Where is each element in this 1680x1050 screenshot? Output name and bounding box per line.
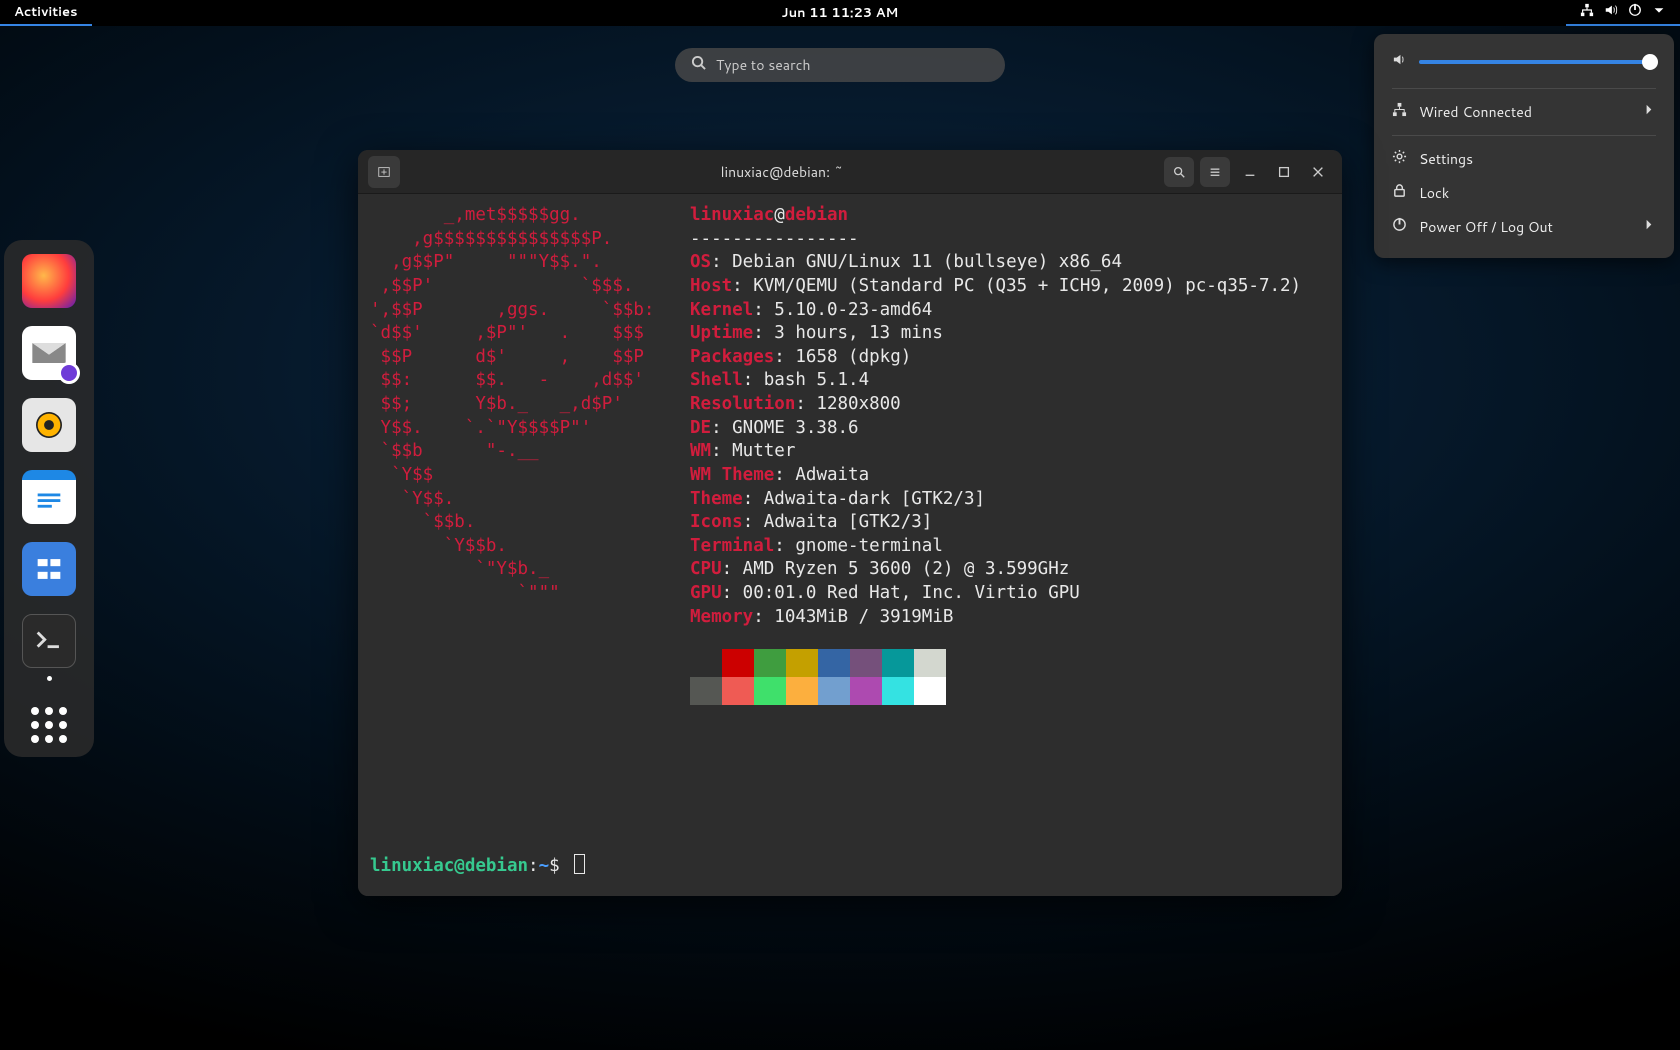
terminal-titlebar: linuxiac@debian: ~ xyxy=(358,150,1342,194)
dock-app-files[interactable] xyxy=(22,542,76,596)
terminal-prompt[interactable]: linuxiac@debian:~$ xyxy=(370,854,585,876)
dock xyxy=(4,240,94,757)
menu-lock-label: Lock xyxy=(1419,183,1449,203)
terminal-window: linuxiac@debian: ~ _,met$$$$$gg. ,g$$$$$… xyxy=(358,150,1342,896)
menu-settings[interactable]: Settings xyxy=(1374,142,1674,176)
maximize-button[interactable] xyxy=(1270,158,1298,186)
dock-running-indicator xyxy=(47,676,52,681)
dock-app-terminal[interactable] xyxy=(22,614,76,668)
volume-icon xyxy=(1392,52,1407,72)
minimize-button[interactable] xyxy=(1236,158,1264,186)
volume-slider-row xyxy=(1374,48,1674,82)
prompt-path: ~ xyxy=(539,856,550,876)
overview-search[interactable]: Type to search xyxy=(675,48,1005,82)
lock-icon xyxy=(1392,183,1407,203)
system-menu: Wired Connected Settings Lock Power Off … xyxy=(1374,34,1674,258)
menu-power-label: Power Off / Log Out xyxy=(1419,217,1553,237)
color-swatches xyxy=(690,649,1301,705)
terminal-body[interactable]: _,met$$$$$gg. ,g$$$$$$$$$$$$$$$P. ,g$$P"… xyxy=(358,194,1342,896)
close-button[interactable] xyxy=(1304,158,1332,186)
gear-icon xyxy=(1392,149,1407,169)
cursor xyxy=(574,854,585,874)
chevron-right-icon xyxy=(1641,102,1656,122)
volume-icon xyxy=(1604,3,1618,22)
dock-app-evolution[interactable] xyxy=(22,326,76,380)
search-placeholder: Type to search xyxy=(716,55,811,75)
power-icon xyxy=(1628,3,1642,22)
search-icon xyxy=(691,55,706,75)
status-area[interactable] xyxy=(1566,0,1680,26)
network-icon xyxy=(1392,102,1407,122)
activities-button[interactable]: Activities xyxy=(0,0,92,26)
neofetch-ascii: _,met$$$$$gg. ,g$$$$$$$$$$$$$$$P. ,g$$P"… xyxy=(370,204,690,886)
chevron-right-icon xyxy=(1641,217,1656,237)
menu-settings-label: Settings xyxy=(1419,149,1473,169)
prompt-userhost: linuxiac@debian xyxy=(370,856,528,876)
dock-app-rhythmbox[interactable] xyxy=(22,398,76,452)
menu-power[interactable]: Power Off / Log Out xyxy=(1374,210,1674,244)
dock-app-libreoffice[interactable] xyxy=(22,470,76,524)
top-bar: Activities Jun 11 11:23 AM xyxy=(0,0,1680,26)
volume-slider-knob[interactable] xyxy=(1642,54,1658,70)
chevron-down-icon xyxy=(1652,3,1666,22)
menu-lock[interactable]: Lock xyxy=(1374,176,1674,210)
new-tab-button[interactable] xyxy=(368,156,400,188)
power-icon xyxy=(1392,217,1407,237)
terminal-title: linuxiac@debian: ~ xyxy=(408,162,1156,182)
show-apps-button[interactable] xyxy=(31,707,67,743)
network-icon xyxy=(1580,3,1594,22)
neofetch-info: linuxiac@debian ---------------- OS: Deb… xyxy=(690,204,1301,886)
dock-app-firefox[interactable] xyxy=(22,254,76,308)
menu-network[interactable]: Wired Connected xyxy=(1374,95,1674,129)
clock[interactable]: Jun 11 11:23 AM xyxy=(782,4,899,22)
terminal-search-button[interactable] xyxy=(1164,157,1194,187)
volume-slider[interactable] xyxy=(1419,60,1656,64)
terminal-menu-button[interactable] xyxy=(1200,157,1230,187)
menu-network-label: Wired Connected xyxy=(1419,102,1532,122)
